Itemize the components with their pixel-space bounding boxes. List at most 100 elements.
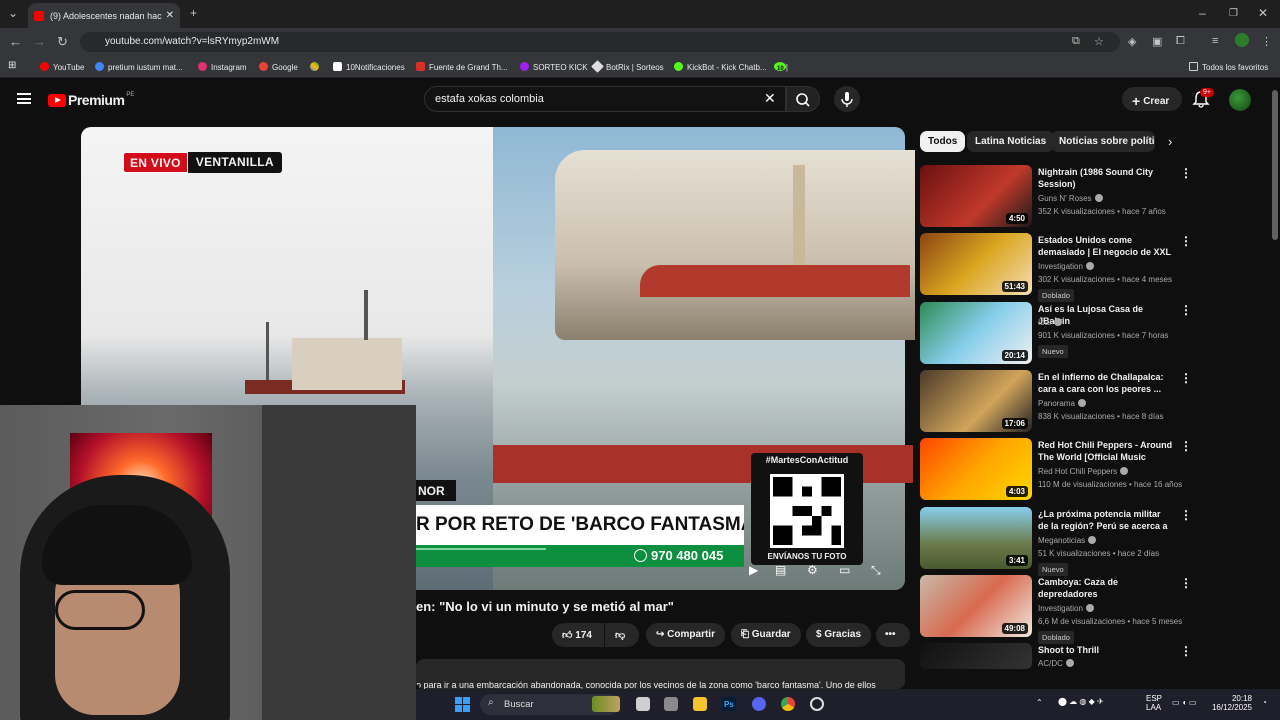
photoshop-icon[interactable]: Ps <box>722 697 736 711</box>
video-title-link[interactable]: En el infierno de Challapalca: cara a ca… <box>1038 371 1173 395</box>
browser-tab-active[interactable]: (9) Adolescentes nadan hacia 'b ✕ <box>28 3 180 28</box>
minimize-window-icon[interactable]: – <box>1199 6 1206 20</box>
apps-grid-icon[interactable]: ⊞ <box>8 60 16 71</box>
bookmark-instagram[interactable]: Instagram <box>198 62 247 72</box>
more-options-icon[interactable]: ⋮ <box>1180 644 1192 658</box>
video-thumbnail[interactable]: 17:06 <box>920 370 1032 432</box>
search-input[interactable]: estafa xokas colombia <box>424 86 786 112</box>
bookmark-pretium[interactable]: pretium iustum mat... <box>95 62 183 72</box>
account-avatar[interactable] <box>1229 89 1251 111</box>
chip-noticias-politica[interactable]: Noticias sobre polític <box>1051 131 1155 152</box>
bookmark-botrix[interactable]: BotRix | Sorteos <box>591 60 664 73</box>
tab-search-icon[interactable]: ⌄ <box>8 6 18 20</box>
address-bar[interactable]: youtube.com/watch?v=lsRYmyp2mWM <box>80 32 1120 52</box>
video-thumbnail[interactable]: 20:14 <box>920 302 1032 364</box>
video-thumbnail[interactable]: 4:03 <box>920 438 1032 500</box>
share-button[interactable]: ↪ Compartir <box>646 623 725 647</box>
extension-icon-2[interactable]: ▣ <box>1152 35 1162 48</box>
save-button[interactable]: ⎗ Guardar <box>731 623 801 647</box>
create-button[interactable]: + Crear <box>1122 87 1182 111</box>
video-channel[interactable]: Investigation <box>1038 262 1094 271</box>
voice-search-button[interactable] <box>834 86 860 112</box>
video-title-link[interactable]: ¿La próxima potencia militar de la regió… <box>1038 508 1173 534</box>
more-actions-button[interactable]: ••• <box>876 623 910 647</box>
tray-icons[interactable]: ⬤ ☁ ◍ ◆ ✈ <box>1058 697 1104 706</box>
video-thumbnail[interactable]: 51:43 <box>920 233 1032 295</box>
tab-close-icon[interactable]: ✕ <box>166 10 174 21</box>
fullscreen-icon[interactable]: ⤡ <box>871 563 881 578</box>
discord-icon[interactable] <box>752 697 766 711</box>
video-thumbnail[interactable] <box>920 643 1032 669</box>
video-thumbnail[interactable]: 49:08 <box>920 575 1032 637</box>
more-options-icon[interactable]: ⋮ <box>1180 508 1192 522</box>
bookmark-10[interactable]: 10 | <box>774 62 788 72</box>
cast-icon[interactable]: ⧉ <box>1072 35 1080 48</box>
chrome-icon[interactable] <box>781 697 795 711</box>
video-title-link[interactable]: Camboya: Caza de depredadores <box>1038 576 1173 600</box>
extension-icon[interactable]: ◈ <box>1128 35 1136 48</box>
more-options-icon[interactable]: ⋮ <box>1180 439 1192 453</box>
thanks-button[interactable]: $ Gracias <box>806 623 872 647</box>
chevron-right-icon[interactable]: › <box>1168 134 1172 149</box>
video-title-link[interactable]: Estados Unidos come demasiado | El negoc… <box>1038 234 1173 258</box>
bookmark-fuente[interactable]: Fuente de Grand Th... <box>416 62 508 72</box>
like-button[interactable]: 👍︎ 174 <box>552 623 604 647</box>
task-view-icon[interactable] <box>636 697 650 711</box>
video-description[interactable]: o para ir a una embarcación abandonada, … <box>416 659 905 689</box>
bookmark-10notificaciones[interactable]: 10Notificaciones <box>333 62 405 72</box>
more-options-icon[interactable]: ⋮ <box>1180 371 1192 385</box>
dislike-button[interactable]: 👎︎ <box>605 623 639 647</box>
search-button[interactable] <box>786 86 820 112</box>
clear-search-icon[interactable]: ✕ <box>764 90 776 107</box>
file-explorer-icon[interactable] <box>693 697 707 711</box>
video-title-link[interactable]: Red Hot Chili Peppers - Around The World… <box>1038 439 1173 465</box>
subtitles-icon[interactable]: ▤ <box>775 563 786 577</box>
bookmark-sorteo-kick[interactable]: SORTEO KICK <box>520 62 588 72</box>
video-channel[interactable]: Guns N' Roses <box>1038 194 1103 203</box>
chip-todos[interactable]: Todos <box>920 131 966 152</box>
clock[interactable]: 20:18 16/12/2025 <box>1208 694 1252 712</box>
video-channel[interactable]: Red Hot Chili Peppers <box>1038 467 1129 476</box>
video-thumbnail[interactable]: 4:50 <box>920 165 1032 227</box>
video-channel[interactable]: Investigation <box>1038 604 1094 613</box>
network-volume-battery-icons[interactable]: ▭ ◖ ▭ <box>1172 698 1196 707</box>
restore-window-icon[interactable]: ❐ <box>1229 8 1238 19</box>
video-channel[interactable]: Panorama <box>1038 399 1086 408</box>
bookmark-google[interactable]: Google <box>259 62 298 72</box>
bookmark-kickbot[interactable]: KickBot - Kick Chatb... <box>674 62 767 72</box>
profile-avatar[interactable] <box>1235 33 1249 47</box>
windows-start-icon[interactable] <box>455 697 470 712</box>
forward-arrow-icon[interactable]: → <box>33 34 46 49</box>
more-options-icon[interactable]: ⋮ <box>1180 303 1192 317</box>
reload-icon[interactable]: ↻ <box>57 34 68 50</box>
app-icon[interactable] <box>664 697 678 711</box>
more-options-icon[interactable]: ⋮ <box>1180 576 1192 590</box>
bookmark-pinwheel-icon[interactable] <box>310 62 323 72</box>
bookmark-youtube[interactable]: YouTube <box>40 62 84 72</box>
more-options-icon[interactable]: ⋮ <box>1180 234 1192 248</box>
all-bookmarks-folder[interactable]: Todos los favoritos <box>1189 62 1268 72</box>
video-channel[interactable]: Ibai <box>1038 318 1062 327</box>
tray-chevron-up-icon[interactable]: ⌃ <box>1036 698 1043 707</box>
app-icon-2[interactable] <box>810 697 824 711</box>
more-options-icon[interactable]: ⋮ <box>1180 166 1192 180</box>
miniplayer-icon[interactable]: ▭ <box>839 563 850 577</box>
reading-list-icon[interactable]: ≡ <box>1212 35 1218 47</box>
new-tab-button[interactable]: + <box>190 6 197 20</box>
settings-gear-icon[interactable]: ⚙ <box>807 563 818 577</box>
language-indicator[interactable]: ESP LAA <box>1146 694 1162 712</box>
video-title-link[interactable]: Shoot to Thrill <box>1038 644 1173 656</box>
chip-latina-noticias[interactable]: Latina Noticias <box>967 131 1055 152</box>
back-arrow-icon[interactable]: ← <box>9 34 22 49</box>
play-icon[interactable]: ▶ <box>749 563 758 577</box>
video-thumbnail[interactable]: 3:41 <box>920 507 1032 569</box>
bookmark-star-icon[interactable]: ☆ <box>1094 35 1104 48</box>
video-channel[interactable]: Meganoticias <box>1038 536 1097 545</box>
close-window-icon[interactable]: ✕ <box>1258 6 1268 20</box>
notifications-icon[interactable]: ◔ <box>1262 698 1267 707</box>
hamburger-menu-icon[interactable] <box>17 93 31 104</box>
chrome-menu-icon[interactable]: ⋮ <box>1261 35 1272 48</box>
video-channel[interactable]: AC/DC <box>1038 659 1074 668</box>
video-title-link[interactable]: Nightrain (1986 Sound City Session) <box>1038 166 1173 190</box>
scrollbar[interactable] <box>1272 90 1278 240</box>
